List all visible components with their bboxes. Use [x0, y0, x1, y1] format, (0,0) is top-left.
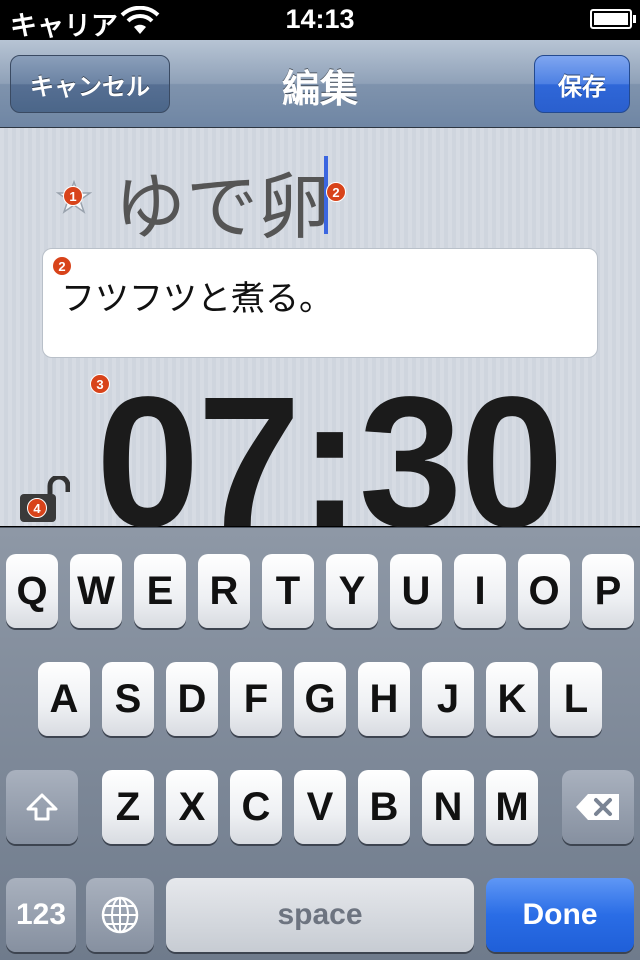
key-p[interactable]: P	[582, 554, 634, 628]
key-s[interactable]: S	[102, 662, 154, 736]
hint-badge-2a: 2	[326, 182, 346, 202]
key-v[interactable]: V	[294, 770, 346, 844]
shift-key[interactable]	[6, 770, 78, 844]
shift-icon	[26, 793, 58, 821]
key-t[interactable]: T	[262, 554, 314, 628]
backspace-icon	[576, 794, 619, 820]
key-c[interactable]: C	[230, 770, 282, 844]
globe-key[interactable]	[86, 878, 154, 952]
space-key[interactable]: space	[166, 878, 474, 952]
navigation-bar: キャンセル 編集 保存	[0, 40, 640, 128]
status-time: 14:13	[285, 4, 355, 34]
key-g[interactable]: G	[294, 662, 346, 736]
key-f[interactable]: F	[230, 662, 282, 736]
edit-content: 1 ゆで卵 2 フツフツと煮る。 2 3 07:30 4	[0, 128, 640, 566]
key-o[interactable]: O	[518, 554, 570, 628]
note-field[interactable]: フツフツと煮る。	[42, 248, 598, 358]
keyboard: Q W E R T Y U I O P A S D F G H J K L Z …	[0, 527, 640, 960]
battery-icon	[590, 9, 632, 29]
key-r[interactable]: R	[198, 554, 250, 628]
key-u[interactable]: U	[390, 554, 442, 628]
key-a[interactable]: A	[38, 662, 90, 736]
key-y[interactable]: Y	[326, 554, 378, 628]
key-d[interactable]: D	[166, 662, 218, 736]
key-q[interactable]: Q	[6, 554, 58, 628]
key-w[interactable]: W	[70, 554, 122, 628]
note-text: フツフツと煮る。	[61, 279, 333, 319]
key-b[interactable]: B	[358, 770, 410, 844]
key-k[interactable]: K	[486, 662, 538, 736]
key-z[interactable]: Z	[102, 770, 154, 844]
key-x[interactable]: X	[166, 770, 218, 844]
key-l[interactable]: L	[550, 662, 602, 736]
key-i[interactable]: I	[454, 554, 506, 628]
key-n[interactable]: N	[422, 770, 474, 844]
key-h[interactable]: H	[358, 662, 410, 736]
hint-badge-4: 4	[27, 498, 47, 518]
key-j[interactable]: J	[422, 662, 474, 736]
done-key[interactable]: Done	[486, 878, 634, 952]
save-button[interactable]: 保存	[534, 55, 630, 113]
globe-icon	[101, 896, 139, 934]
key-e[interactable]: E	[134, 554, 186, 628]
backspace-key[interactable]	[562, 770, 634, 844]
status-bar: キャリア 14:13	[0, 0, 640, 42]
hint-badge-2b: 2	[52, 256, 72, 276]
numbers-key[interactable]: 123	[6, 878, 76, 952]
unlocked-lock-icon[interactable]	[20, 476, 70, 524]
battery-tip	[633, 15, 636, 23]
hint-badge-1: 1	[63, 186, 83, 206]
title-input[interactable]: ゆで卵	[114, 148, 330, 253]
key-m[interactable]: M	[486, 770, 538, 844]
